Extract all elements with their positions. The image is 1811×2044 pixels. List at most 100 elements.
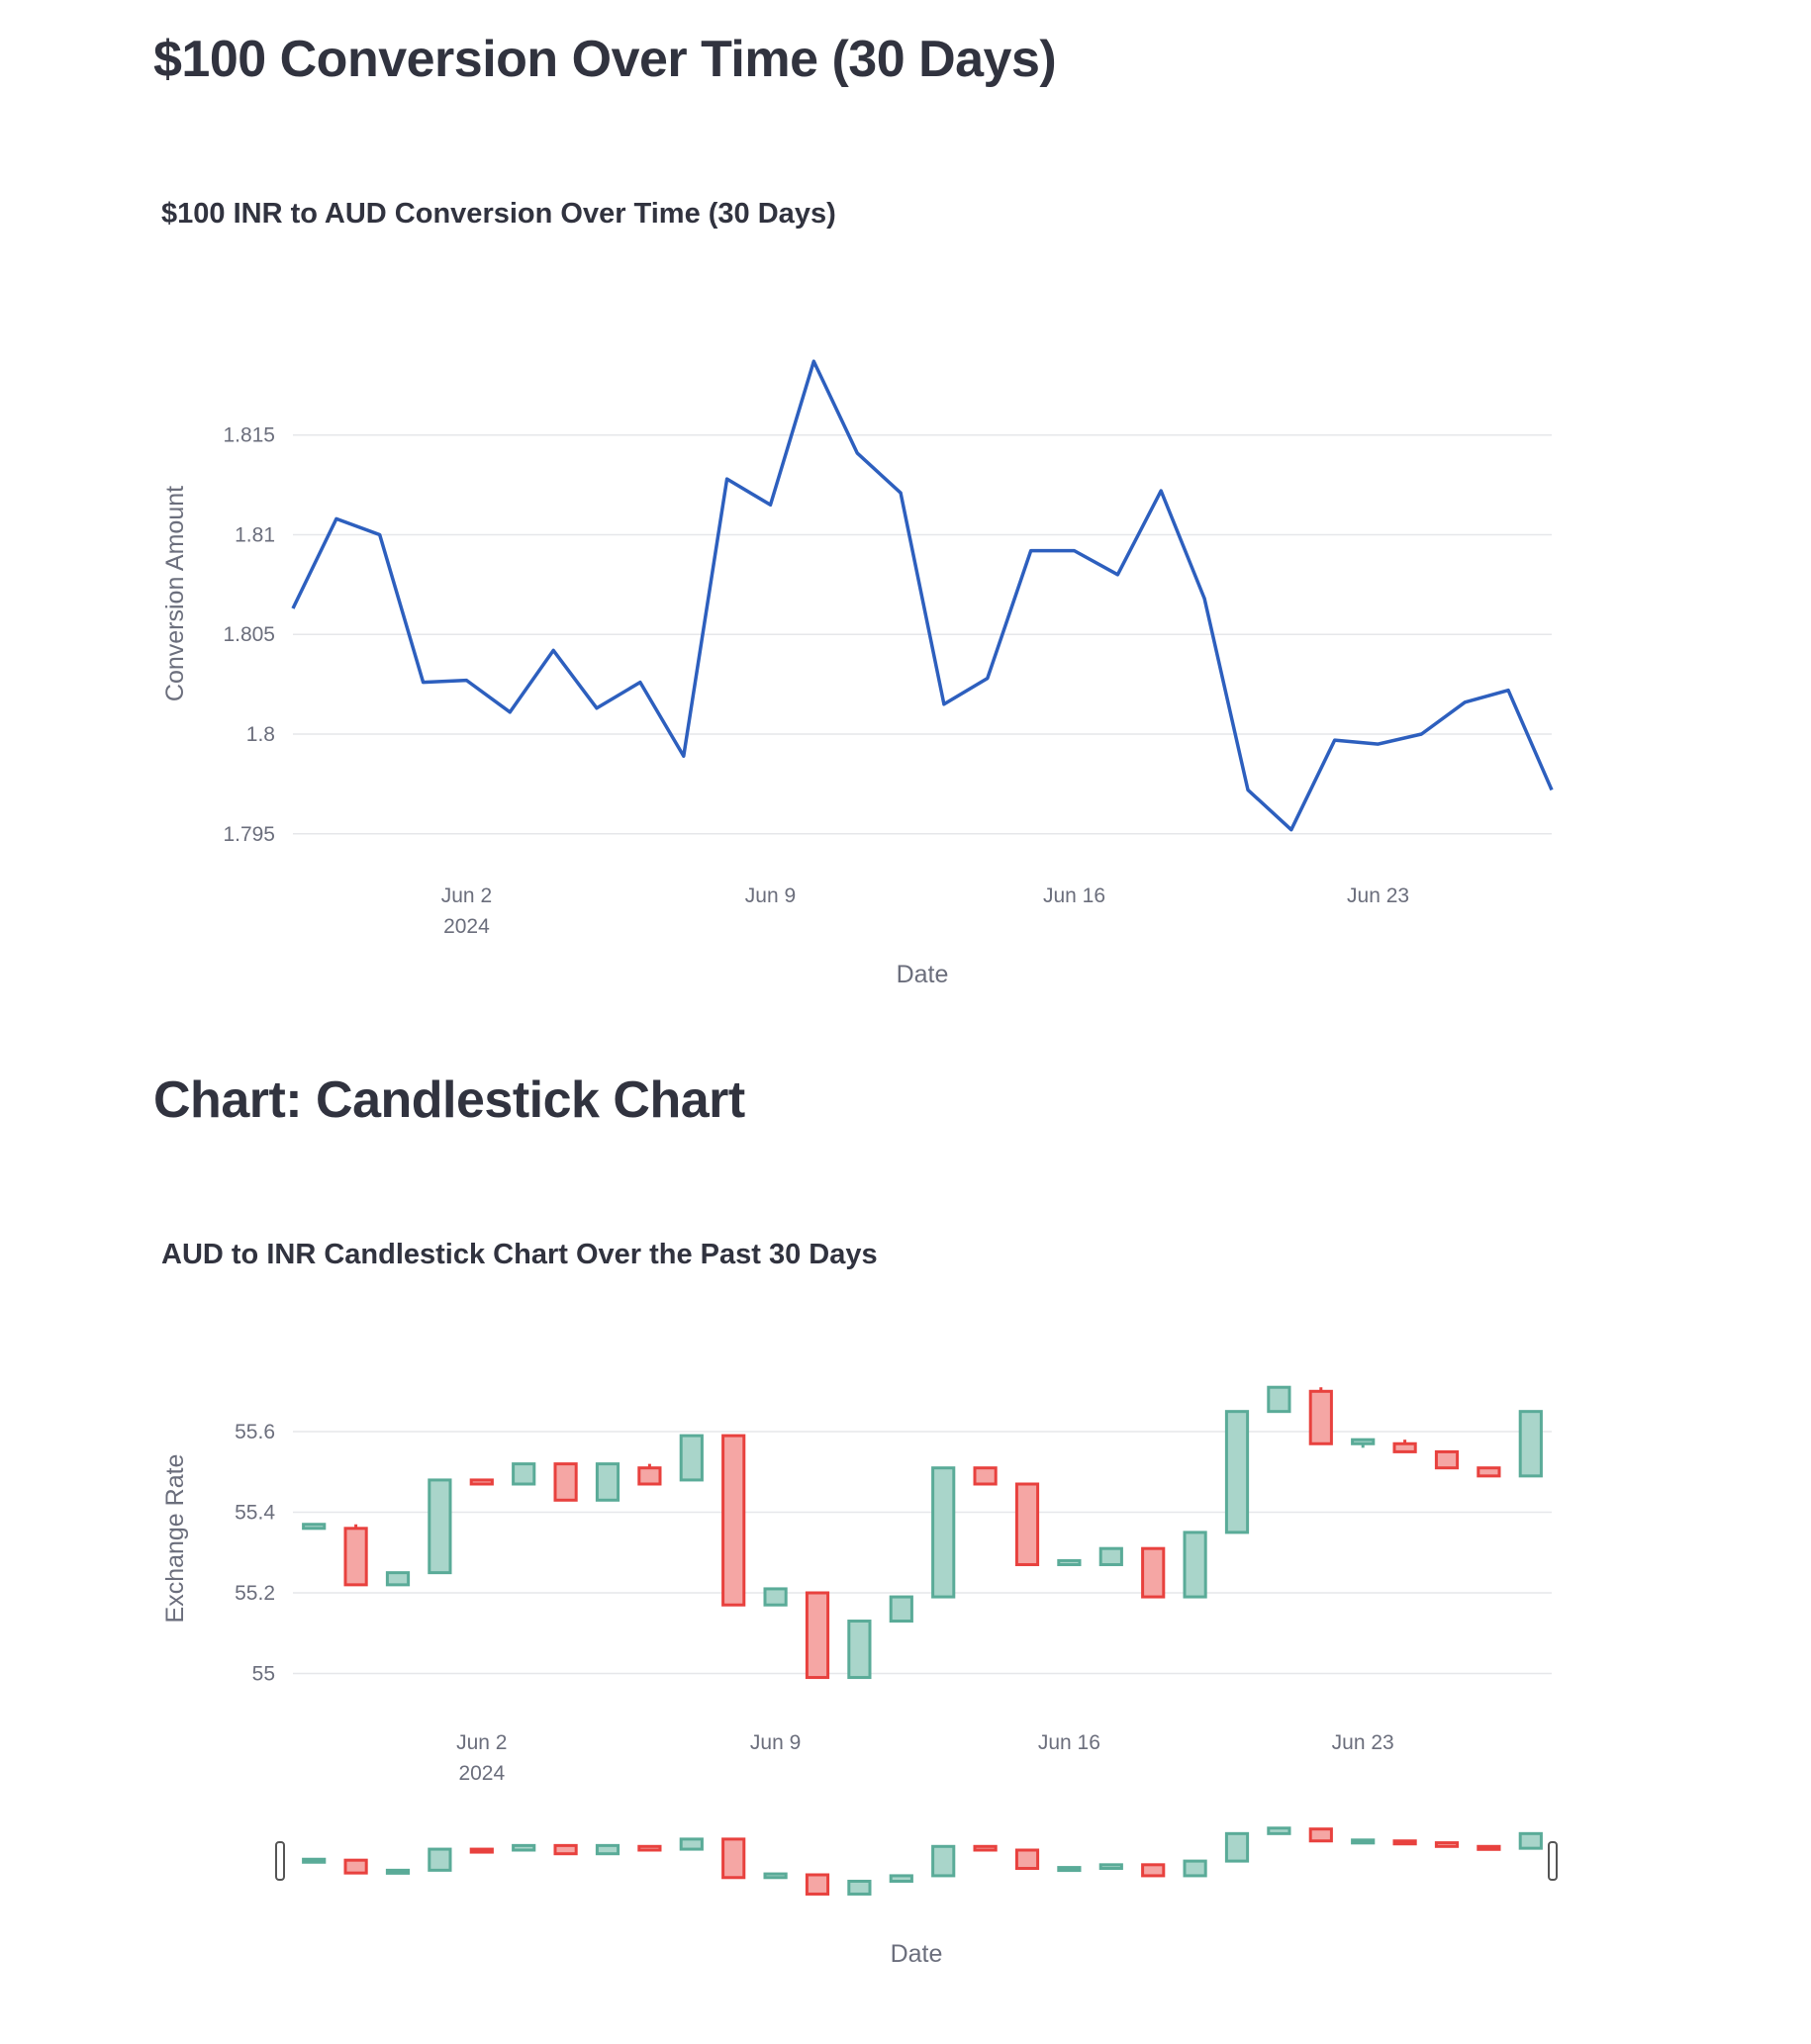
slider-candle[interactable]	[1477, 1844, 1501, 1851]
candle[interactable]	[1434, 1449, 1460, 1470]
candle[interactable]	[805, 1591, 830, 1680]
slider-candle[interactable]	[1141, 1863, 1166, 1878]
slider-candle-body	[721, 1837, 746, 1880]
x-tick-label: Jun 9	[745, 884, 796, 907]
candle[interactable]	[343, 1524, 368, 1587]
slider-candle[interactable]	[512, 1843, 536, 1852]
series-line[interactable]	[291, 359, 1554, 832]
slider-candle[interactable]	[1224, 1831, 1250, 1863]
slider-candle[interactable]	[1014, 1848, 1040, 1871]
candle[interactable]	[1308, 1387, 1333, 1445]
slider-candle[interactable]	[1392, 1839, 1417, 1846]
candle[interactable]	[931, 1466, 956, 1599]
candle[interactable]	[1477, 1466, 1501, 1478]
slider-candle-body	[1308, 1827, 1333, 1843]
candle[interactable]	[302, 1523, 327, 1531]
slider-candle[interactable]	[595, 1843, 620, 1856]
candle[interactable]	[553, 1462, 578, 1502]
slider-candle[interactable]	[469, 1847, 494, 1854]
candle[interactable]	[1057, 1558, 1082, 1566]
slider-candle[interactable]	[679, 1837, 704, 1851]
candle-body	[847, 1620, 872, 1680]
slider-candle-body	[763, 1872, 788, 1880]
candle-body	[553, 1462, 578, 1502]
slider-candle[interactable]	[1098, 1863, 1123, 1871]
candle[interactable]	[1098, 1546, 1123, 1566]
candle[interactable]	[637, 1463, 662, 1486]
x-tick-year-label: 2024	[458, 1762, 505, 1785]
y-tick-label: 1.815	[223, 424, 275, 447]
slider-candle[interactable]	[428, 1847, 452, 1872]
candle[interactable]	[595, 1462, 620, 1502]
candle[interactable]	[469, 1478, 494, 1486]
slider-candle[interactable]	[1351, 1838, 1376, 1845]
x-tick-label: Jun 16	[1043, 884, 1105, 907]
slider-candle[interactable]	[1267, 1826, 1291, 1835]
candle[interactable]	[1014, 1482, 1040, 1566]
range-slider[interactable]	[275, 1826, 1558, 1896]
slider-candle[interactable]	[1434, 1841, 1460, 1848]
slider-candle[interactable]	[805, 1873, 830, 1896]
slider-candle[interactable]	[763, 1872, 788, 1880]
candle-body	[302, 1523, 327, 1531]
x-axis-title: Date	[897, 961, 949, 988]
candle[interactable]	[973, 1466, 998, 1486]
candle[interactable]	[679, 1434, 704, 1482]
candle-body	[763, 1587, 788, 1607]
x-tick-label: Jun 9	[750, 1731, 801, 1754]
slider-candle[interactable]	[931, 1844, 956, 1878]
slider-candle-body	[1057, 1866, 1082, 1873]
candle[interactable]	[1141, 1546, 1166, 1599]
candle[interactable]	[428, 1478, 452, 1575]
slider-candle[interactable]	[973, 1844, 998, 1852]
slider-candle-body	[1518, 1831, 1543, 1850]
slider-candle[interactable]	[1183, 1859, 1207, 1878]
candle[interactable]	[385, 1571, 411, 1587]
slider-candle[interactable]	[889, 1874, 913, 1883]
slider-candle[interactable]	[1057, 1866, 1082, 1873]
slider-candle[interactable]	[847, 1879, 872, 1896]
slider-candle[interactable]	[343, 1858, 368, 1875]
candle[interactable]	[1351, 1438, 1376, 1448]
candle[interactable]	[1392, 1440, 1417, 1453]
y-tick-label: 1.795	[223, 823, 275, 846]
x-tick-label: Jun 2	[456, 1731, 507, 1754]
candle-body	[1518, 1410, 1543, 1478]
candle-body	[637, 1466, 662, 1486]
slider-candle[interactable]	[302, 1857, 327, 1864]
range-slider-left-handle[interactable]	[275, 1841, 285, 1881]
range-slider-right-handle[interactable]	[1548, 1841, 1558, 1881]
slider-candle-body	[385, 1868, 411, 1875]
slider-candle[interactable]	[385, 1868, 411, 1875]
candle-body	[343, 1527, 368, 1587]
slider-candle[interactable]	[553, 1843, 578, 1856]
candle-body	[1183, 1531, 1207, 1599]
candle[interactable]	[889, 1595, 913, 1624]
candle[interactable]	[512, 1462, 536, 1486]
slider-candle-body	[1351, 1838, 1376, 1845]
candle-body	[931, 1466, 956, 1599]
slider-candle[interactable]	[1518, 1831, 1543, 1850]
candle-body	[385, 1571, 411, 1587]
line-chart[interactable]: 1.795 1.8 1.805 1.81 1.815 Jun 2 2024 Jun 9 Jun …	[161, 359, 1555, 988]
candle-body	[1351, 1438, 1376, 1445]
candle[interactable]	[1183, 1531, 1207, 1599]
candle[interactable]	[1518, 1410, 1543, 1478]
y-axis-title: Exchange Rate	[161, 1454, 189, 1624]
y-tick-label: 55.2	[235, 1582, 275, 1605]
x-tick-label: Jun 2	[441, 884, 492, 907]
candle[interactable]	[1224, 1410, 1250, 1534]
slider-candle[interactable]	[637, 1844, 662, 1852]
slider-candle-body	[973, 1844, 998, 1852]
slider-candle-body	[1098, 1863, 1123, 1871]
candle[interactable]	[1267, 1385, 1291, 1414]
candle[interactable]	[763, 1587, 788, 1607]
slider-candle-body	[1014, 1848, 1040, 1871]
candle[interactable]	[721, 1434, 746, 1607]
x-axis-title: Date	[891, 1940, 943, 1968]
candle[interactable]	[847, 1620, 872, 1680]
slider-candle-body	[428, 1847, 452, 1872]
charts-canvas: 1.795 1.8 1.805 1.81 1.815 Jun 2 2024 Jun 9 Jun …	[161, 359, 1558, 1968]
slider-candle[interactable]	[721, 1837, 746, 1880]
slider-candle[interactable]	[1308, 1827, 1333, 1843]
